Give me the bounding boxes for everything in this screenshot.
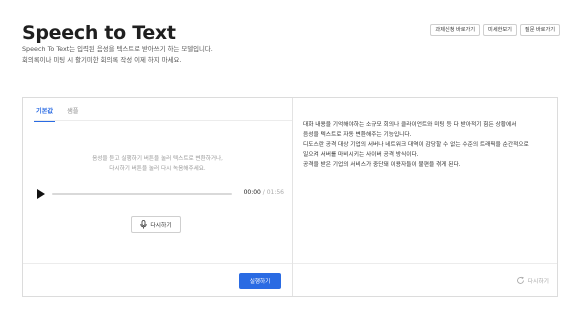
play-icon[interactable]: [37, 189, 45, 199]
rerecord-label: 다시하기: [150, 223, 172, 229]
page-title: Speech to Text: [22, 22, 176, 44]
usage-hint: 음성을 듣고 실행하기 버튼을 눌러 텍스트로 변환하거나, 다시하기 버튼을 …: [23, 154, 292, 174]
mic-icon: [140, 220, 147, 229]
run-button[interactable]: 실행하기: [239, 273, 281, 289]
audio-player: 00:00 / 01:56: [34, 188, 284, 200]
result-panel: 대화 내용을 기억해야하는 소규모 회의나 클라이언트와 미팅 등 다 받아적기…: [293, 98, 557, 296]
refresh-icon: [516, 276, 524, 284]
current-time: 00:00: [243, 189, 261, 196]
result-footer-divider: [293, 263, 557, 264]
time-display: 00:00 / 01:56: [244, 189, 284, 196]
input-panel: 기본값 샘플 음성을 듣고 실행하기 버튼을 눌러 텍스트로 변환하거나, 다시…: [23, 98, 293, 296]
progress-track[interactable]: [52, 193, 232, 195]
hint-line-1: 음성을 듣고 실행하기 버튼을 눌러 텍스트로 변환하거나,: [92, 156, 223, 162]
total-time: 01:56: [266, 189, 284, 196]
apply-task-button[interactable]: 과제신청 바로가기: [430, 24, 481, 36]
retry-label: 다시하기: [527, 279, 549, 285]
tab-divider: [34, 120, 292, 121]
result-text: 대화 내용을 기억해야하는 소규모 회의나 클라이언트와 미팅 등 다 받아적기…: [303, 122, 529, 168]
page-description: Speech To Text는 입력된 음성을 텍스트로 받아쓰기 하는 모델입…: [22, 44, 213, 65]
rerecord-button[interactable]: 다시하기: [131, 216, 181, 233]
retry-button[interactable]: 다시하기: [516, 276, 549, 285]
description-line-1: Speech To Text는 입력된 음성을 텍스트로 받아쓰기 하는 모델입…: [22, 45, 213, 53]
top-actions: 과제신청 바로가기 미세한보기 질문 바로가기: [430, 24, 560, 36]
stt-panel: 기본값 샘플 음성을 듣고 실행하기 버튼을 눌러 텍스트로 변환하거나, 다시…: [22, 97, 558, 297]
hint-line-2: 다시하기 버튼을 눌러 다시 녹음해주세요.: [109, 166, 206, 172]
ask-question-button[interactable]: 질문 바로가기: [519, 24, 560, 36]
description-line-2: 회의록이나 미팅 시 활기미한 회의록 작성 이제 하지 마세요.: [22, 55, 182, 64]
view-more-button[interactable]: 미세한보기: [483, 24, 517, 36]
input-footer-divider: [23, 263, 292, 264]
